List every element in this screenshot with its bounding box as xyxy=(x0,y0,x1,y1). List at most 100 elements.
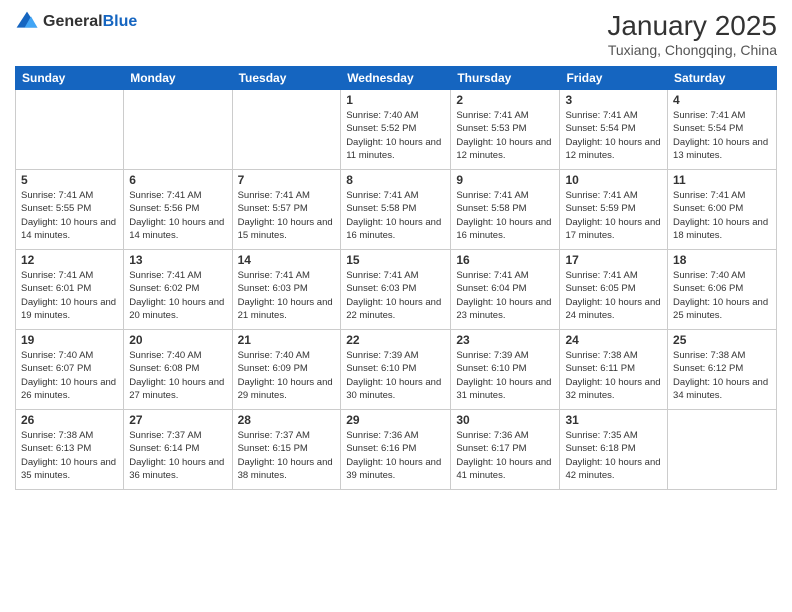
weekday-header-friday: Friday xyxy=(560,67,668,90)
calendar-cell xyxy=(124,90,232,170)
week-row-5: 26 Sunrise: 7:38 AM Sunset: 6:13 PM Dayli… xyxy=(16,410,777,490)
calendar-cell: 2 Sunrise: 7:41 AM Sunset: 5:53 PM Daylig… xyxy=(451,90,560,170)
day-number: 26 xyxy=(21,413,118,427)
calendar-cell: 11Sunrise: 7:41 AM Sunset: 6:00 PM Dayli… xyxy=(668,170,777,250)
day-number: 9 xyxy=(456,173,554,187)
day-number: 7 xyxy=(238,173,336,187)
week-row-3: 12 Sunrise: 7:41 AM Sunset: 6:01 PM Dayli… xyxy=(16,250,777,330)
day-number: 21 xyxy=(238,333,336,347)
calendar-header: SundayMondayTuesdayWednesdayThursdayFrid… xyxy=(16,67,777,90)
title-block: January 2025 Tuxiang, Chongqing, China xyxy=(607,10,777,58)
calendar-cell: 6 Sunrise: 7:41 AM Sunset: 5:56 PM Daylig… xyxy=(124,170,232,250)
logo: GeneralBlue xyxy=(15,10,137,34)
weekday-header-sunday: Sunday xyxy=(16,67,124,90)
weekday-header-tuesday: Tuesday xyxy=(232,67,341,90)
day-number: 11 xyxy=(673,173,771,187)
week-row-4: 19Sunrise: 7:40 AM Sunset: 6:07 PM Dayli… xyxy=(16,330,777,410)
calendar-cell xyxy=(668,410,777,490)
logo-text: GeneralBlue xyxy=(43,13,137,31)
day-info: Sunrise: 7:36 AM Sunset: 6:16 PM Dayligh… xyxy=(346,429,445,482)
page: GeneralBlue January 2025 Tuxiang, Chongq… xyxy=(0,0,792,612)
day-number: 6 xyxy=(129,173,226,187)
day-info: Sunrise: 7:39 AM Sunset: 6:10 PM Dayligh… xyxy=(346,349,445,402)
day-info: Sunrise: 7:41 AM Sunset: 6:03 PM Dayligh… xyxy=(346,269,445,322)
calendar-cell: 21Sunrise: 7:40 AM Sunset: 6:09 PM Dayli… xyxy=(232,330,341,410)
day-number: 14 xyxy=(238,253,336,267)
calendar-cell: 28 Sunrise: 7:37 AM Sunset: 6:15 PM Dayli… xyxy=(232,410,341,490)
calendar-cell: 24Sunrise: 7:38 AM Sunset: 6:11 PM Dayli… xyxy=(560,330,668,410)
day-info: Sunrise: 7:35 AM Sunset: 6:18 PM Dayligh… xyxy=(565,429,662,482)
day-info: Sunrise: 7:41 AM Sunset: 6:01 PM Dayligh… xyxy=(21,269,118,322)
calendar-cell: 7 Sunrise: 7:41 AM Sunset: 5:57 PM Daylig… xyxy=(232,170,341,250)
calendar-cell: 5 Sunrise: 7:41 AM Sunset: 5:55 PM Daylig… xyxy=(16,170,124,250)
day-number: 22 xyxy=(346,333,445,347)
calendar-cell: 14 Sunrise: 7:41 AM Sunset: 6:03 PM Dayli… xyxy=(232,250,341,330)
day-number: 15 xyxy=(346,253,445,267)
day-number: 18 xyxy=(673,253,771,267)
day-info: Sunrise: 7:38 AM Sunset: 6:11 PM Dayligh… xyxy=(565,349,662,402)
calendar-cell: 30 Sunrise: 7:36 AM Sunset: 6:17 PM Dayli… xyxy=(451,410,560,490)
day-number: 27 xyxy=(129,413,226,427)
weekday-header-row: SundayMondayTuesdayWednesdayThursdayFrid… xyxy=(16,67,777,90)
day-info: Sunrise: 7:37 AM Sunset: 6:15 PM Dayligh… xyxy=(238,429,336,482)
day-info: Sunrise: 7:41 AM Sunset: 5:55 PM Dayligh… xyxy=(21,189,118,242)
calendar-cell xyxy=(232,90,341,170)
calendar-cell: 12 Sunrise: 7:41 AM Sunset: 6:01 PM Dayli… xyxy=(16,250,124,330)
calendar-cell: 13 Sunrise: 7:41 AM Sunset: 6:02 PM Dayli… xyxy=(124,250,232,330)
day-info: Sunrise: 7:40 AM Sunset: 5:52 PM Dayligh… xyxy=(346,109,445,162)
day-number: 1 xyxy=(346,93,445,107)
week-row-2: 5 Sunrise: 7:41 AM Sunset: 5:55 PM Daylig… xyxy=(16,170,777,250)
day-info: Sunrise: 7:38 AM Sunset: 6:13 PM Dayligh… xyxy=(21,429,118,482)
weekday-header-saturday: Saturday xyxy=(668,67,777,90)
day-number: 4 xyxy=(673,93,771,107)
day-number: 16 xyxy=(456,253,554,267)
day-number: 2 xyxy=(456,93,554,107)
calendar-cell: 20Sunrise: 7:40 AM Sunset: 6:08 PM Dayli… xyxy=(124,330,232,410)
day-info: Sunrise: 7:41 AM Sunset: 5:58 PM Dayligh… xyxy=(456,189,554,242)
weekday-header-wednesday: Wednesday xyxy=(341,67,451,90)
calendar-cell: 8Sunrise: 7:41 AM Sunset: 5:58 PM Daylig… xyxy=(341,170,451,250)
day-info: Sunrise: 7:41 AM Sunset: 6:04 PM Dayligh… xyxy=(456,269,554,322)
day-info: Sunrise: 7:41 AM Sunset: 5:54 PM Dayligh… xyxy=(565,109,662,162)
day-number: 12 xyxy=(21,253,118,267)
calendar-cell: 4 Sunrise: 7:41 AM Sunset: 5:54 PM Daylig… xyxy=(668,90,777,170)
calendar-cell: 27 Sunrise: 7:37 AM Sunset: 6:14 PM Dayli… xyxy=(124,410,232,490)
day-number: 19 xyxy=(21,333,118,347)
calendar-cell: 15 Sunrise: 7:41 AM Sunset: 6:03 PM Dayli… xyxy=(341,250,451,330)
calendar-cell xyxy=(16,90,124,170)
day-info: Sunrise: 7:41 AM Sunset: 5:56 PM Dayligh… xyxy=(129,189,226,242)
week-row-1: 1 Sunrise: 7:40 AM Sunset: 5:52 PM Daylig… xyxy=(16,90,777,170)
day-info: Sunrise: 7:41 AM Sunset: 5:53 PM Dayligh… xyxy=(456,109,554,162)
month-title: January 2025 xyxy=(607,10,777,42)
calendar-cell: 18Sunrise: 7:40 AM Sunset: 6:06 PM Dayli… xyxy=(668,250,777,330)
day-number: 5 xyxy=(21,173,118,187)
calendar-cell: 23Sunrise: 7:39 AM Sunset: 6:10 PM Dayli… xyxy=(451,330,560,410)
calendar-cell: 3Sunrise: 7:41 AM Sunset: 5:54 PM Daylig… xyxy=(560,90,668,170)
calendar-body: 1 Sunrise: 7:40 AM Sunset: 5:52 PM Daylig… xyxy=(16,90,777,490)
day-info: Sunrise: 7:41 AM Sunset: 6:03 PM Dayligh… xyxy=(238,269,336,322)
day-number: 23 xyxy=(456,333,554,347)
weekday-header-thursday: Thursday xyxy=(451,67,560,90)
day-info: Sunrise: 7:41 AM Sunset: 5:57 PM Dayligh… xyxy=(238,189,336,242)
day-number: 17 xyxy=(565,253,662,267)
day-number: 28 xyxy=(238,413,336,427)
logo-icon xyxy=(15,10,39,34)
day-number: 20 xyxy=(129,333,226,347)
day-info: Sunrise: 7:37 AM Sunset: 6:14 PM Dayligh… xyxy=(129,429,226,482)
calendar-cell: 25Sunrise: 7:38 AM Sunset: 6:12 PM Dayli… xyxy=(668,330,777,410)
day-number: 25 xyxy=(673,333,771,347)
calendar-cell: 10Sunrise: 7:41 AM Sunset: 5:59 PM Dayli… xyxy=(560,170,668,250)
calendar-cell: 26 Sunrise: 7:38 AM Sunset: 6:13 PM Dayli… xyxy=(16,410,124,490)
day-info: Sunrise: 7:41 AM Sunset: 5:54 PM Dayligh… xyxy=(673,109,771,162)
day-number: 30 xyxy=(456,413,554,427)
calendar-cell: 16 Sunrise: 7:41 AM Sunset: 6:04 PM Dayli… xyxy=(451,250,560,330)
day-info: Sunrise: 7:41 AM Sunset: 6:02 PM Dayligh… xyxy=(129,269,226,322)
day-info: Sunrise: 7:41 AM Sunset: 5:58 PM Dayligh… xyxy=(346,189,445,242)
weekday-header-monday: Monday xyxy=(124,67,232,90)
calendar-cell: 17Sunrise: 7:41 AM Sunset: 6:05 PM Dayli… xyxy=(560,250,668,330)
day-info: Sunrise: 7:41 AM Sunset: 5:59 PM Dayligh… xyxy=(565,189,662,242)
calendar-table: SundayMondayTuesdayWednesdayThursdayFrid… xyxy=(15,66,777,490)
day-info: Sunrise: 7:36 AM Sunset: 6:17 PM Dayligh… xyxy=(456,429,554,482)
logo-blue: Blue xyxy=(103,13,138,30)
day-number: 13 xyxy=(129,253,226,267)
